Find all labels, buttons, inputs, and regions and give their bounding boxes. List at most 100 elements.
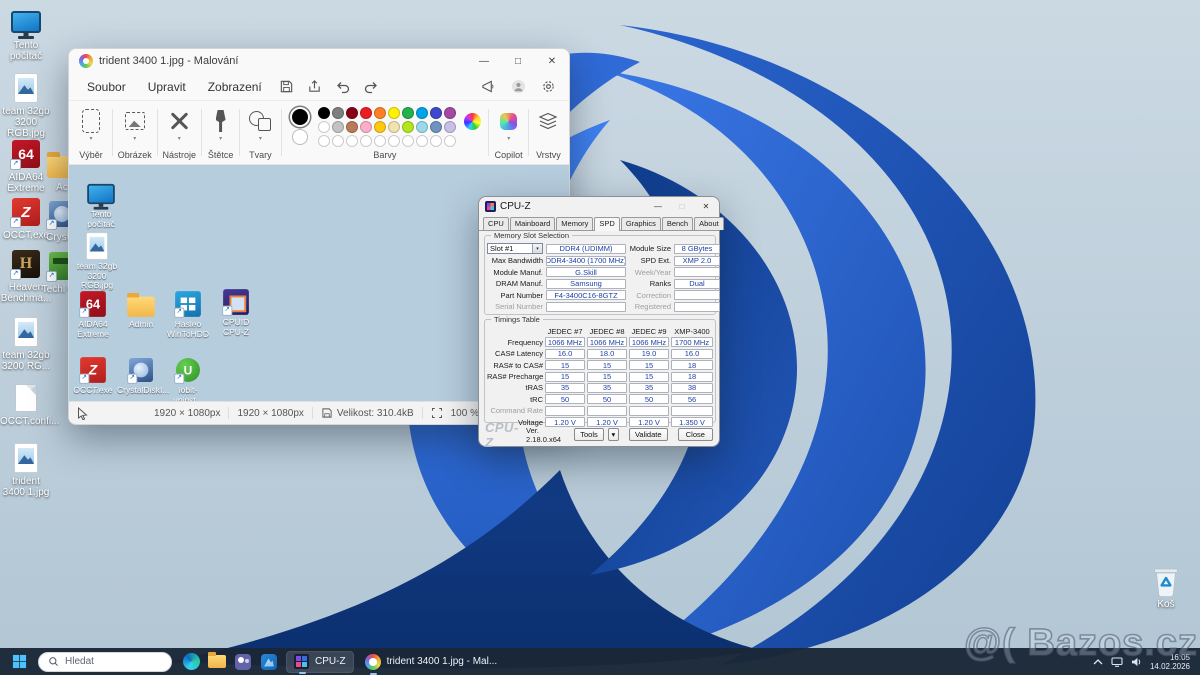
- maximize-button: □: [675, 202, 689, 211]
- taskbar-photos-button[interactable]: [256, 651, 282, 673]
- palette-color[interactable]: [318, 121, 330, 133]
- desktop-icon-this-pc[interactable]: Tento počítač: [0, 6, 52, 62]
- undo-button[interactable]: [330, 76, 356, 98]
- palette-color[interactable]: [388, 121, 400, 133]
- taskbar-search[interactable]: Hledat: [38, 652, 172, 672]
- menu-soubor[interactable]: Soubor: [77, 77, 136, 97]
- palette-color[interactable]: [346, 107, 358, 119]
- palette-color[interactable]: [444, 107, 456, 119]
- palette-color[interactable]: [332, 107, 344, 119]
- cpuz-titlebar[interactable]: CPU-Z — □ ✕: [479, 197, 719, 215]
- palette-color[interactable]: [430, 107, 442, 119]
- tab-mainboard[interactable]: Mainboard: [510, 217, 555, 230]
- tab-about[interactable]: About: [694, 217, 724, 230]
- palette-color[interactable]: [388, 107, 400, 119]
- save-button[interactable]: [274, 76, 300, 98]
- tab-spd[interactable]: SPD: [594, 217, 619, 231]
- share-button[interactable]: [302, 76, 328, 98]
- color-picker-icon[interactable]: [464, 113, 481, 130]
- tab-bench[interactable]: Bench: [662, 217, 693, 230]
- canvas-icon: U iobit-uninst...: [164, 355, 212, 401]
- palette-empty-slot[interactable]: [346, 135, 358, 147]
- taskbar-clock[interactable]: 16:05 14.02.2026: [1150, 653, 1190, 671]
- palette-color[interactable]: [430, 121, 442, 133]
- menu-zobrazeni[interactable]: Zobrazení: [198, 77, 272, 97]
- minimize-button[interactable]: —: [651, 202, 665, 211]
- layers-button[interactable]: Vrstvy: [532, 101, 565, 164]
- taskbar-cpuz-button[interactable]: CPU-Z: [286, 651, 354, 673]
- tool-image[interactable]: ▾ Obrázek: [116, 101, 154, 164]
- slot-dropdown[interactable]: Slot #1 ▾: [487, 243, 543, 254]
- tray-display-icon[interactable]: [1111, 657, 1123, 667]
- timing-cell: 50: [545, 394, 585, 404]
- redo-button[interactable]: [358, 76, 384, 98]
- tool-tools[interactable]: ▾ Nástroje: [160, 101, 198, 164]
- tools-dropdown-button[interactable]: ▾: [608, 428, 619, 441]
- feedback-button[interactable]: [475, 76, 501, 98]
- palette-color[interactable]: [346, 121, 358, 133]
- paint-toolbar: ▾ Výběr ▾ Obrázek ▾ Nástroje ▾ Štětce: [69, 101, 569, 165]
- tab-graphics[interactable]: Graphics: [621, 217, 661, 230]
- desktop-icon-trident-jpg[interactable]: trident 3400 1.jpg: [0, 442, 52, 498]
- palette-empty-slot[interactable]: [444, 135, 456, 147]
- maximize-button[interactable]: □: [501, 49, 535, 73]
- paint-titlebar[interactable]: trident 3400 1.jpg - Malování — □ ✕: [69, 49, 569, 73]
- this-pc-icon: [87, 184, 115, 204]
- palette-color[interactable]: [416, 121, 428, 133]
- palette-color[interactable]: [332, 121, 344, 133]
- palette-empty-slot[interactable]: [318, 135, 330, 147]
- palette-color[interactable]: [360, 121, 372, 133]
- tool-shapes[interactable]: ▾ Tvary: [243, 101, 278, 164]
- palette-empty-slot[interactable]: [430, 135, 442, 147]
- palette-color[interactable]: [402, 121, 414, 133]
- palette-color[interactable]: [374, 107, 386, 119]
- tool-select[interactable]: ▾ Výběr: [73, 101, 109, 164]
- palette-color[interactable]: [360, 107, 372, 119]
- tray-volume-icon[interactable]: [1131, 657, 1142, 667]
- recycle-bin[interactable]: Koš: [1140, 564, 1192, 610]
- zoom-level[interactable]: 100 %: [451, 408, 479, 419]
- close-button[interactable]: ✕: [699, 202, 713, 211]
- palette-empty-slot[interactable]: [388, 135, 400, 147]
- palette-empty-slot[interactable]: [374, 135, 386, 147]
- palette-empty-slot[interactable]: [402, 135, 414, 147]
- taskbar-explorer-button[interactable]: [204, 651, 230, 673]
- taskbar-paint-button[interactable]: trident 3400 1.jpg - Mal...: [358, 651, 505, 673]
- secondary-color-swatch[interactable]: [292, 129, 308, 145]
- desktop-icon-team32-jpg[interactable]: team 32gb 3200 RGB.jpg: [0, 72, 52, 139]
- megaphone-icon: [481, 80, 496, 93]
- settings-button[interactable]: [535, 76, 561, 98]
- palette-color[interactable]: [444, 121, 456, 133]
- minimize-button[interactable]: —: [467, 49, 501, 73]
- menu-upravit[interactable]: Upravit: [138, 77, 196, 97]
- validate-button[interactable]: Validate: [629, 428, 668, 441]
- primary-color-swatch[interactable]: [290, 107, 310, 127]
- clock-time: 16:05: [1150, 653, 1190, 662]
- taskbar-edge-button[interactable]: [178, 651, 204, 673]
- timing-row: CAS# Latency 16.0 18.0 19.0 16.0: [487, 349, 713, 359]
- tray-chevron-up-icon[interactable]: [1093, 659, 1103, 665]
- close-button[interactable]: ✕: [535, 49, 569, 73]
- photos-icon: [261, 654, 277, 670]
- registered-field: [674, 302, 720, 312]
- zoom-fit-icon[interactable]: [431, 407, 443, 419]
- palette-color[interactable]: [374, 121, 386, 133]
- palette-color[interactable]: [402, 107, 414, 119]
- palette-empty-slot[interactable]: [360, 135, 372, 147]
- start-button[interactable]: [6, 651, 32, 673]
- desktop-icon-occt-config[interactable]: OCCT.confi...: [0, 382, 52, 427]
- tab-memory[interactable]: Memory: [556, 217, 593, 230]
- desktop-icon-team32-2[interactable]: team 32gb 3200 RG...: [0, 316, 52, 372]
- timing-cell: 38: [671, 383, 713, 393]
- close-button[interactable]: Close: [678, 428, 713, 441]
- palette-color[interactable]: [416, 107, 428, 119]
- account-button[interactable]: [505, 76, 531, 98]
- palette-empty-slot[interactable]: [332, 135, 344, 147]
- tab-cpu[interactable]: CPU: [483, 217, 509, 230]
- copilot-button[interactable]: ▾ Copilot: [492, 101, 525, 164]
- tools-button[interactable]: Tools: [574, 428, 604, 441]
- taskbar-teams-button[interactable]: [230, 651, 256, 673]
- palette-color[interactable]: [318, 107, 330, 119]
- palette-empty-slot[interactable]: [416, 135, 428, 147]
- tool-brushes[interactable]: ▾ Štětce: [205, 101, 236, 164]
